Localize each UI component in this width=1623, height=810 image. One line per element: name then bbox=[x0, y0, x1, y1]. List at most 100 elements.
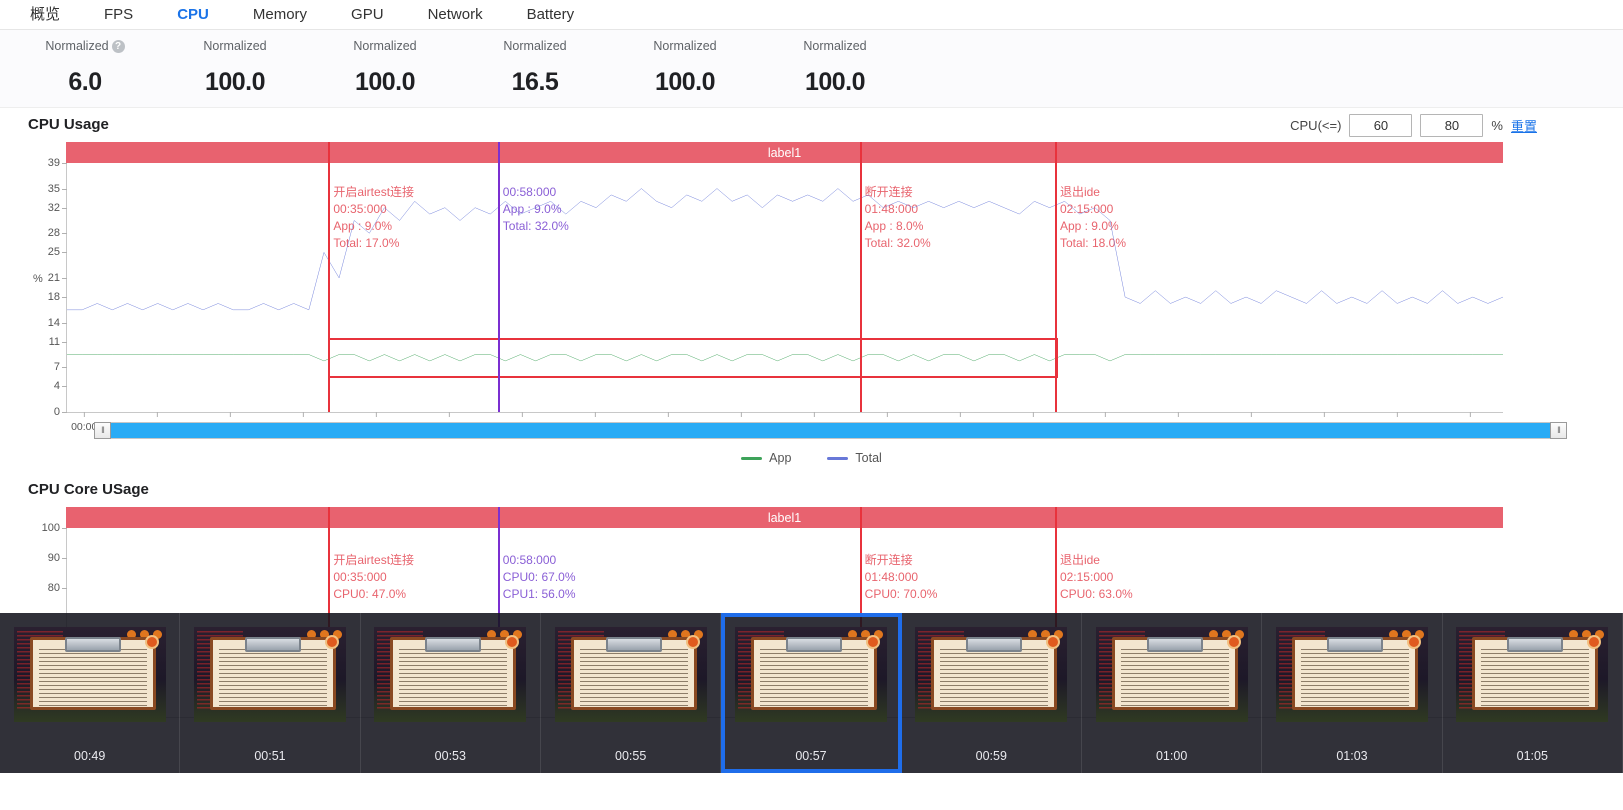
tab-battery[interactable]: Battery bbox=[505, 0, 597, 30]
marker-annotation: 退出ide 02:15:000 CPU0: 63.0% bbox=[1060, 552, 1133, 603]
dialog-titlebar bbox=[64, 637, 121, 652]
cpu-usage-label-bar-text: label1 bbox=[767, 145, 802, 160]
metric-card: Normalized 100.0 bbox=[760, 30, 910, 107]
y-axis-tick: 28 bbox=[48, 227, 68, 239]
filmstrip-frame[interactable]: 01:05 bbox=[1443, 613, 1623, 773]
metric-label: Normalized bbox=[353, 39, 416, 53]
frame-timestamp: 00:49 bbox=[74, 749, 106, 763]
dialog-titlebar bbox=[1507, 637, 1564, 652]
filmstrip-frame[interactable]: 00:53 bbox=[361, 613, 541, 773]
frame-timestamp: 00:51 bbox=[254, 749, 286, 763]
filmstrip-frame[interactable]: 00:51 bbox=[180, 613, 361, 773]
metric-value: 100.0 bbox=[354, 68, 416, 96]
close-icon bbox=[1046, 635, 1061, 649]
metric-value: 100.0 bbox=[204, 68, 266, 96]
legend-item[interactable]: App bbox=[741, 451, 791, 465]
cpu-core-header: CPU Core USage bbox=[0, 473, 1623, 507]
selection-box[interactable] bbox=[328, 337, 1058, 378]
y-axis-tick: 35 bbox=[48, 183, 68, 195]
frame-thumbnail bbox=[374, 627, 527, 722]
scrollbar-right-handle[interactable]: ‖ bbox=[1550, 422, 1567, 439]
annotation-line: CPU0: 67.0% bbox=[502, 570, 576, 584]
legend-item[interactable]: Total bbox=[827, 451, 882, 465]
metric-label: Normalized bbox=[653, 39, 716, 53]
dialog-titlebar bbox=[1146, 637, 1203, 652]
marker-annotation: 断开连接 01:48:000 CPU0: 70.0% bbox=[865, 552, 938, 603]
y-axis-tick: 4 bbox=[54, 380, 68, 392]
metric-value: 16.5 bbox=[511, 68, 559, 96]
scrollbar-left-handle[interactable]: ‖ bbox=[94, 422, 111, 439]
metric-label-text: Normalized bbox=[503, 39, 567, 53]
cpu-usage-plot-area[interactable]: % 39353228252118141174000:0000:1000:2000… bbox=[33, 142, 1503, 433]
metric-label-text: Normalized bbox=[803, 39, 867, 53]
metric-label: Normalized bbox=[503, 39, 566, 53]
reset-link[interactable]: 重置 bbox=[1511, 116, 1537, 135]
y-axis-tick: 21 bbox=[48, 272, 68, 284]
y-axis-tick: 7 bbox=[54, 361, 68, 373]
main-tabbar: 概览 FPS CPU Memory GPU Network Battery bbox=[0, 0, 1623, 30]
y-axis-tick: 25 bbox=[48, 246, 68, 258]
legend-swatch-icon bbox=[827, 456, 849, 460]
metric-card: Normalized 16.5 bbox=[460, 30, 610, 107]
legend-label: App bbox=[769, 451, 792, 465]
y-axis-tick: 11 bbox=[49, 336, 68, 348]
filmstrip-frame[interactable]: 00:57 bbox=[721, 613, 902, 773]
filmstrip-frame[interactable]: 01:00 bbox=[1082, 613, 1263, 773]
game-dialog-panel bbox=[1472, 635, 1602, 710]
frame-timestamp: 00:57 bbox=[795, 749, 827, 763]
y-axis-tick: 0 bbox=[54, 406, 68, 418]
frame-timestamp: 01:00 bbox=[1155, 749, 1188, 763]
metric-label: Normalized bbox=[803, 39, 866, 53]
marker-annotation: 00:58:000 CPU0: 67.0% CPU1: 56.0% bbox=[503, 552, 576, 603]
frame-thumbnail bbox=[1095, 627, 1248, 722]
game-dialog-panel bbox=[1291, 635, 1421, 710]
annotation-line: 开启airtest连接 bbox=[333, 553, 415, 567]
tab-概览[interactable]: 概览 bbox=[8, 0, 82, 30]
cpu-usage-header: CPU Usage CPU(<=) % 重置 bbox=[0, 108, 1623, 142]
metric-label-text: Normalized bbox=[45, 39, 109, 53]
timeline-scrollbar[interactable]: ‖ ‖ bbox=[94, 422, 1567, 439]
metric-label: Normalized bbox=[203, 39, 266, 53]
game-dialog-panel bbox=[29, 635, 159, 710]
marker-annotation: 开启airtest连接 00:35:000 CPU0: 47.0% bbox=[333, 552, 414, 603]
frame-thumbnail bbox=[734, 627, 887, 722]
tab-gpu[interactable]: GPU bbox=[329, 0, 406, 30]
filmstrip-frame[interactable]: 01:03 bbox=[1262, 613, 1443, 773]
frame-timestamp: 00:55 bbox=[615, 749, 647, 763]
screenshot-filmstrip[interactable]: 00:49 00:51 00:53 00:55 00:57 00:59 01:00 01:03… bbox=[0, 613, 1623, 773]
cpu-threshold-high-input[interactable] bbox=[1420, 114, 1484, 137]
game-dialog-panel bbox=[209, 635, 339, 710]
cpu-threshold-low-input[interactable] bbox=[1349, 114, 1413, 137]
timeline-marker[interactable] bbox=[328, 142, 331, 412]
timeline-marker[interactable] bbox=[497, 142, 500, 412]
frame-thumbnail bbox=[1456, 627, 1609, 722]
annotation-line: CPU0: 70.0% bbox=[864, 587, 938, 601]
frame-thumbnail bbox=[915, 627, 1068, 722]
game-dialog-panel bbox=[570, 635, 700, 710]
frame-thumbnail bbox=[1275, 627, 1428, 722]
frame-thumbnail bbox=[193, 627, 346, 722]
close-icon bbox=[505, 635, 520, 649]
cpu-usage-legend: App Total bbox=[28, 451, 1595, 465]
metric-label-text: Normalized bbox=[353, 39, 417, 53]
filmstrip-frame[interactable]: 00:55 bbox=[541, 613, 722, 773]
timeline-marker[interactable] bbox=[1054, 142, 1057, 412]
y-axis-tick: 80 bbox=[48, 582, 68, 594]
close-icon bbox=[685, 635, 700, 649]
filmstrip-frame[interactable]: 00:49 bbox=[0, 613, 181, 773]
y-axis-tick: 18 bbox=[48, 291, 68, 303]
filmstrip-frame[interactable]: 00:59 bbox=[902, 613, 1082, 773]
dialog-titlebar bbox=[605, 637, 662, 652]
annotation-line: CPU1: 56.0% bbox=[502, 587, 576, 601]
tab-memory[interactable]: Memory bbox=[231, 0, 329, 30]
timeline-marker[interactable] bbox=[859, 142, 862, 412]
tab-cpu[interactable]: CPU bbox=[155, 0, 231, 30]
close-icon bbox=[865, 635, 880, 649]
tab-fps[interactable]: FPS bbox=[82, 0, 155, 30]
legend-label: Total bbox=[855, 451, 882, 465]
close-icon bbox=[144, 635, 159, 649]
tab-network[interactable]: Network bbox=[406, 0, 505, 30]
help-icon[interactable]: ? bbox=[111, 39, 125, 53]
metric-value: 100.0 bbox=[804, 68, 866, 96]
cpu-threshold-controls: CPU(<=) % 重置 bbox=[1290, 114, 1537, 137]
